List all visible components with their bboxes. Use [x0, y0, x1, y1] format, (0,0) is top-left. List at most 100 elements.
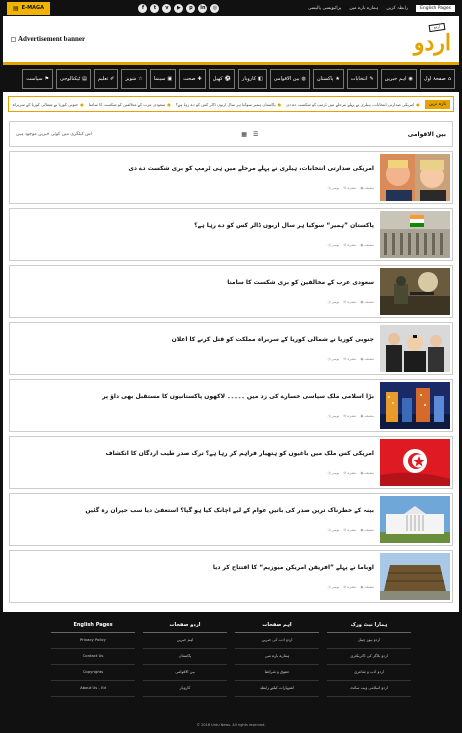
top-link[interactable]: پرائیویسی پالیسی — [308, 6, 342, 11]
article-title[interactable]: امریکی کس ملک میں باغیوں کو ہتھیار فراہم… — [106, 450, 374, 457]
instagram-icon[interactable]: ◎ — [210, 3, 220, 13]
nav-icon: ▤ — [82, 75, 87, 82]
nav-item[interactable]: صفحۂ اول ⌂ — [419, 68, 455, 89]
article-thumbnail[interactable] — [380, 268, 450, 315]
clock-icon: ◷ — [327, 471, 331, 475]
article-thumbnail[interactable] — [380, 382, 450, 429]
meta-text: مصنف — [364, 414, 374, 418]
article-card[interactable]: جنوبی کوریا نے شمالی کوریا کے سربراہ ممل… — [9, 322, 453, 375]
article-title[interactable]: سعودی عرب کے مخالفین کو بری شکست کا سامن… — [227, 279, 374, 286]
logo-text: اردو — [413, 30, 451, 56]
meta-item: ✉ تبصرہ — [343, 585, 356, 589]
nav-item[interactable]: کاروبار ◧ — [237, 68, 267, 89]
nav-item[interactable]: ٹیکنالوجی ▤ — [56, 68, 91, 89]
footer-link[interactable]: اردو نیوز چینل — [327, 633, 411, 649]
footer-link[interactable]: Privacy Policy — [51, 633, 135, 649]
nav-item[interactable]: تعلیم ✐ — [93, 68, 119, 89]
view-toggle: ▦ ☰ — [241, 131, 258, 138]
article-thumbnail[interactable] — [380, 439, 450, 486]
article-card[interactable]: امریکی کس ملک میں باغیوں کو ہتھیار فراہم… — [9, 436, 453, 489]
article-thumbnail[interactable] — [380, 211, 450, 258]
footer-link[interactable]: بین الاقوامی — [143, 665, 227, 681]
article-title[interactable]: جنوبی کوریا نے شمالی کوریا کے سربراہ ممل… — [172, 336, 374, 343]
advertisement-banner[interactable]: Advertisement banner — [11, 35, 85, 43]
article-title[interactable]: بینہ کے خطرناک ترین صدر کی باتیں عوام کے… — [85, 507, 374, 514]
site-logo[interactable]: اردو اردو — [411, 22, 451, 56]
footer-link[interactable]: اردو بلاگز کی ڈائریکٹری — [327, 649, 411, 665]
nav-item[interactable]: اہم خبریں ◉ — [380, 68, 417, 89]
ticker-item[interactable]: امریکی صدارتی انتخابات، ہیلری نے پہلے مر… — [286, 102, 420, 107]
footer-link[interactable]: حقوق و شرائط — [235, 665, 319, 681]
meta-item: ◷ نومبر — [328, 528, 340, 532]
grid-view-icon[interactable]: ▦ — [241, 131, 247, 138]
twitter-icon[interactable]: t — [150, 3, 160, 13]
nav-item-label: بین الاقوامی — [273, 75, 300, 82]
nav-item[interactable]: بین الاقوامی ◍ — [269, 68, 310, 89]
article-meta: ◷ نومبر ✉ تبصرہ ◉ مصنف — [328, 300, 374, 304]
footer-link[interactable]: کاروبار — [143, 681, 227, 697]
footer-link[interactable]: Copyrights — [51, 665, 135, 681]
article-title[interactable]: اوباما نے پہلے ”افریقن امریکن میوزیم“ کا… — [213, 564, 374, 571]
ticker-item[interactable]: سعودی عرب کے مخالفین کو شکست کا سامنا ● — [89, 102, 171, 107]
article-title[interactable]: امریکی صدارتی انتخابات، ہیلری نے پہلے مر… — [128, 165, 374, 172]
article-meta: ◷ نومبر ✉ تبصرہ ◉ مصنف — [328, 414, 374, 418]
article-thumbnail[interactable] — [380, 496, 450, 543]
linkedin-icon[interactable]: in — [198, 3, 208, 13]
article-thumbnail[interactable] — [380, 553, 450, 600]
nav-item[interactable]: شوبز ☆ — [121, 68, 147, 89]
article-card[interactable]: اوباما نے پہلے ”افریقن امریکن میوزیم“ کا… — [9, 550, 453, 603]
nav-item[interactable]: انتخابات ✎ — [346, 68, 378, 89]
meta-item: ◷ نومبر — [328, 357, 340, 361]
nav-icon: ▣ — [167, 75, 173, 82]
article-thumbnail[interactable] — [380, 154, 450, 201]
list-view-icon[interactable]: ☰ — [253, 131, 258, 138]
footer-link[interactable]: Contact Us — [51, 649, 135, 665]
ticker-item[interactable]: جنوبی کوریا نے شمالی کوریا کے سربراہ ● — [12, 102, 83, 107]
footer-link[interactable]: اردو ادب و شاعری — [327, 665, 411, 681]
footer-link[interactable]: اشتہارات کیلئے رابطہ — [235, 681, 319, 697]
emag-button[interactable]: ▤ E-MAGA — [7, 1, 50, 15]
facebook-icon[interactable]: f — [138, 3, 148, 13]
meta-text: نومبر — [331, 357, 340, 361]
nav-item[interactable]: سینما ▣ — [149, 68, 177, 89]
top-link[interactable]: رابطہ کریں — [386, 6, 408, 11]
footer-link[interactable]: اہم خبریں — [143, 633, 227, 649]
nav-icon: ✚ — [197, 75, 202, 82]
copyright: © 2016 Urdu News. All rights reserved. — [196, 723, 266, 727]
meta-item: ◷ نومبر — [328, 471, 340, 475]
pinterest-icon[interactable]: p — [186, 3, 196, 13]
nav-item[interactable]: سیاست ⚑ — [22, 68, 54, 89]
article-body: سعودی عرب کے مخالفین کو بری شکست کا سامن… — [12, 268, 376, 315]
footer-link[interactable]: پاکستان — [143, 649, 227, 665]
emag-label: E-MAGA — [21, 5, 44, 11]
english-pages-link[interactable]: English Pages — [416, 4, 455, 12]
article-thumbnail[interactable] — [380, 325, 450, 372]
ad-text: Advertisement banner — [18, 35, 86, 43]
ticker-item[interactable]: پاکستان ہمیر سوکیا ہر سال اربوں ڈالر کس … — [176, 102, 281, 107]
nav-item[interactable]: کھیل ⚽ — [208, 68, 235, 89]
footer-link[interactable]: About Us - Ed — [51, 681, 135, 697]
footer-link[interactable]: اردو اسلامی ویب سائٹ — [327, 681, 411, 697]
meta-text: تبصرہ — [347, 414, 357, 418]
top-link[interactable]: ہمارے بارے میں — [349, 6, 378, 11]
section-header: بین الاقوامی ▦ ☰ اس کیٹگری میں کوئی خبری… — [9, 121, 453, 147]
meta-item: ✉ تبصرہ — [343, 243, 356, 247]
vimeo-icon[interactable]: v — [162, 3, 172, 13]
footer-link[interactable]: ہمارے بارے میں — [235, 649, 319, 665]
article-title[interactable]: بڑا اسلامی ملک سیاسی خسارے کی زد میں ۔۔۔… — [102, 393, 374, 400]
meta-text: مصنف — [364, 471, 374, 475]
article-card[interactable]: سعودی عرب کے مخالفین کو بری شکست کا سامن… — [9, 265, 453, 318]
youtube-icon[interactable]: ▶ — [174, 3, 184, 13]
article-card[interactable]: پاکستان ”ہمیر“ سوکیا ہر سال اربوں ڈالر ک… — [9, 208, 453, 261]
article-card[interactable]: بینہ کے خطرناک ترین صدر کی باتیں عوام کے… — [9, 493, 453, 546]
footer-link[interactable]: اردو ادب کی خبریں — [235, 633, 319, 649]
article-card[interactable]: بڑا اسلامی ملک سیاسی خسارے کی زد میں ۔۔۔… — [9, 379, 453, 432]
nav-item[interactable]: پاکستان ★ — [312, 68, 344, 89]
meta-item: ◉ مصنف — [360, 243, 374, 247]
nav-item[interactable]: صحت ✚ — [179, 68, 206, 89]
ticker-label: تازہ ترین — [424, 99, 450, 109]
article-title[interactable]: پاکستان ”ہمیر“ سوکیا ہر سال اربوں ڈالر ک… — [194, 222, 374, 229]
article-card[interactable]: امریکی صدارتی انتخابات، ہیلری نے پہلے مر… — [9, 151, 453, 204]
user-icon: ◉ — [360, 357, 364, 361]
nav-icon: ⌂ — [447, 75, 451, 82]
